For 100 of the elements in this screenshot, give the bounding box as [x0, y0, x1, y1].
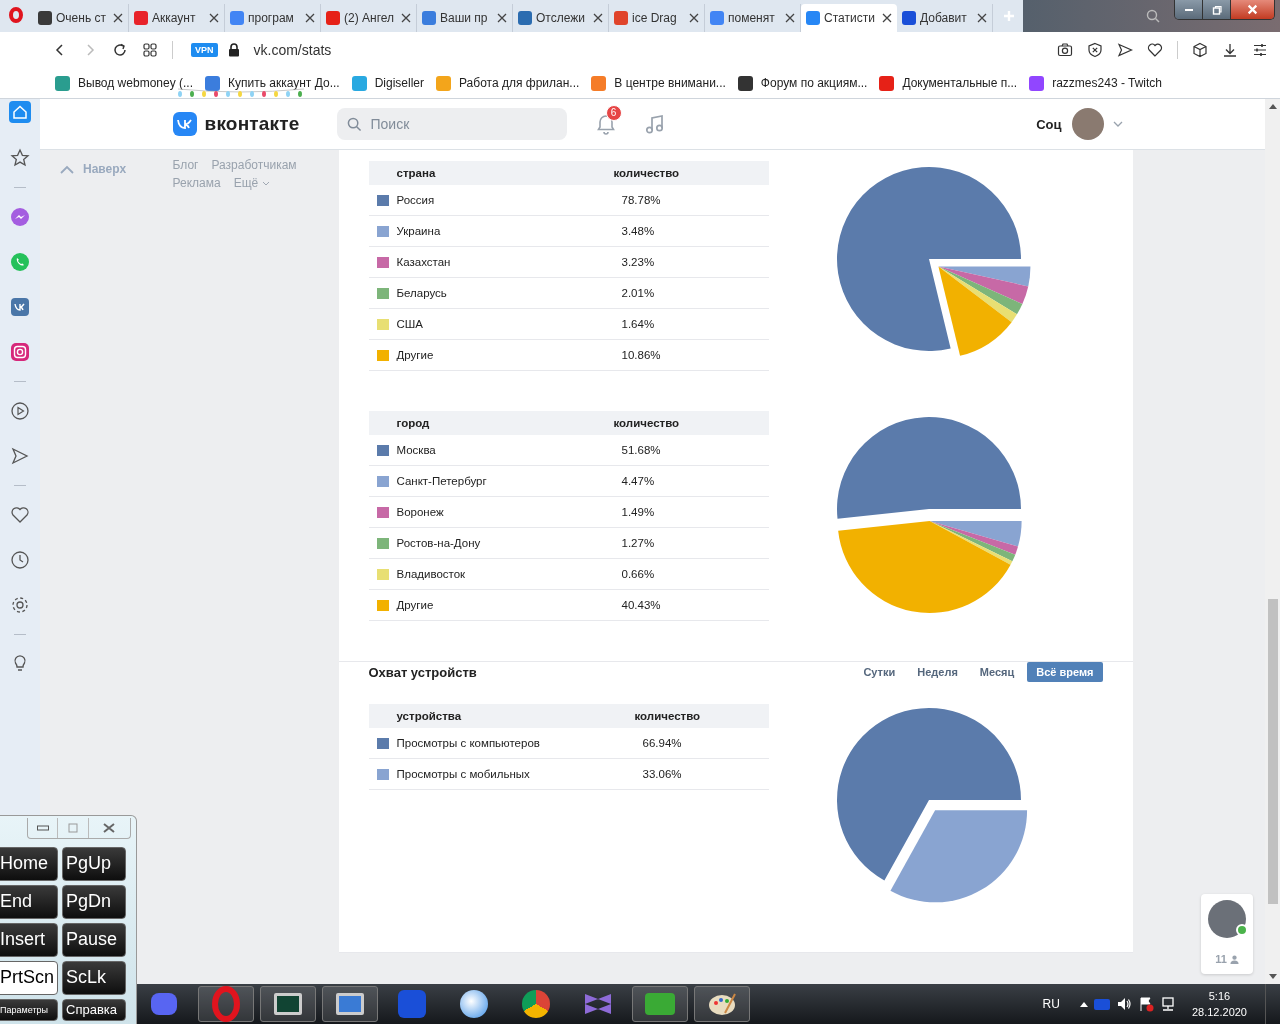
heart-icon[interactable]: [10, 505, 30, 525]
bookmark[interactable]: Работа для фрилан...: [436, 75, 580, 91]
bookmark-label: Digiseller: [374, 76, 424, 90]
close-icon[interactable]: [785, 13, 795, 23]
scroll-up-icon[interactable]: [1268, 104, 1277, 109]
minimize-icon: [36, 825, 49, 831]
pie-slice[interactable]: [836, 167, 1021, 351]
close-icon[interactable]: [401, 13, 411, 23]
close-icon[interactable]: [305, 13, 315, 23]
pie-slice[interactable]: [937, 266, 1012, 356]
period-tab[interactable]: Всё время: [1027, 662, 1103, 682]
tabs-grid-icon[interactable]: [142, 42, 158, 58]
tab-title: Ваши пр: [440, 11, 489, 25]
logo-text[interactable]: вконтакте: [204, 113, 300, 135]
opera-icon[interactable]: [198, 986, 254, 1022]
home-icon[interactable]: [9, 101, 31, 123]
keyboard-key[interactable]: Справка: [62, 999, 126, 1021]
language-indicator[interactable]: RU: [1042, 997, 1060, 1011]
user-name[interactable]: Соц: [1036, 116, 1062, 132]
scrollbar-thumb[interactable]: [1267, 599, 1278, 904]
avatar[interactable]: [1071, 108, 1104, 140]
minimize-button[interactable]: [1175, 0, 1203, 19]
bookmark[interactable]: Вывод webmoney (...: [55, 75, 193, 91]
pie-slice[interactable]: [889, 810, 1027, 903]
pie-slice[interactable]: [836, 417, 1021, 519]
search-field[interactable]: Поиск: [336, 108, 567, 140]
close-icon[interactable]: [209, 13, 219, 23]
keyboard-icon[interactable]: [322, 986, 378, 1022]
settings-sliders-icon[interactable]: [1252, 42, 1268, 58]
keyboard-key[interactable]: PgDn: [62, 885, 126, 919]
lock-icon[interactable]: [227, 43, 240, 57]
keyboard-key[interactable]: PrtScn: [0, 961, 58, 995]
keyboard-key[interactable]: End: [0, 885, 58, 919]
bookmark[interactable]: Форум по акциям...: [737, 75, 868, 91]
send-icon[interactable]: [10, 446, 30, 466]
monitor-icon[interactable]: [260, 986, 316, 1022]
restore-button[interactable]: [1203, 0, 1231, 19]
music-icon[interactable]: [643, 113, 666, 135]
opera-logo-icon[interactable]: [9, 7, 23, 23]
play-shield-icon[interactable]: [632, 986, 688, 1022]
cube-icon[interactable]: [1192, 42, 1208, 58]
bookmark[interactable]: Купить аккаунт До...: [205, 75, 340, 91]
close-icon[interactable]: [497, 13, 507, 23]
online-indicator: [1236, 924, 1248, 936]
keyboard-key[interactable]: Pause: [62, 923, 126, 957]
heart-icon[interactable]: [1147, 42, 1163, 58]
avatar[interactable]: [1208, 900, 1246, 938]
keyboard-key[interactable]: PgUp: [62, 847, 126, 881]
logo-icon[interactable]: [172, 112, 197, 136]
address-field[interactable]: vk.com/stats: [253, 42, 332, 58]
browser-tab[interactable]: Статисти: [801, 4, 897, 32]
vk-icon[interactable]: [10, 297, 30, 317]
table-cell: Казахстан: [396, 256, 451, 268]
close-icon[interactable]: [113, 13, 123, 23]
period-tab[interactable]: Неделя: [908, 662, 967, 682]
download-icon[interactable]: [1222, 42, 1238, 58]
table-cell: США: [396, 318, 423, 330]
camera-icon[interactable]: [1057, 42, 1073, 58]
caret-icon[interactable]: [1112, 121, 1123, 127]
close-button[interactable]: [1231, 0, 1274, 19]
column-header: количество: [634, 710, 702, 722]
shield-icon[interactable]: [1087, 42, 1103, 58]
send-icon[interactable]: [1117, 42, 1133, 58]
pie-slice[interactable]: [836, 708, 1021, 881]
keyboard-key[interactable]: Параметры: [0, 999, 58, 1021]
palette-icon[interactable]: [694, 986, 750, 1022]
bookmark-label: Документальные п...: [902, 76, 1018, 90]
tab-title: поменят: [728, 11, 776, 25]
tray-expand-icon[interactable]: [1079, 1001, 1088, 1007]
settings-icon[interactable]: [10, 595, 30, 615]
messenger-icon[interactable]: [10, 207, 30, 227]
scroll-down-icon[interactable]: [1268, 974, 1277, 979]
search-icon[interactable]: [1146, 9, 1160, 23]
speaker-icon[interactable]: [1115, 996, 1132, 1012]
close-icon[interactable]: [689, 13, 699, 23]
reload-icon[interactable]: [112, 42, 128, 58]
bookmark[interactable]: В центре внимани...: [591, 75, 726, 91]
keyboard-key[interactable]: Home: [0, 847, 58, 881]
close-icon[interactable]: [977, 13, 987, 23]
pie-slice[interactable]: [929, 521, 1022, 547]
close-icon[interactable]: [593, 13, 603, 23]
period-tab[interactable]: Месяц: [970, 662, 1024, 682]
close-icon[interactable]: [882, 13, 892, 23]
period-tab[interactable]: Сутки: [854, 662, 905, 682]
flag-icon[interactable]: [1137, 996, 1154, 1012]
clock[interactable]: 5:16 28.12.2020: [1191, 988, 1247, 1020]
camera-app-icon[interactable]: [10, 342, 30, 362]
keyboard-key[interactable]: ScLk: [62, 961, 126, 995]
play-icon[interactable]: [10, 401, 30, 421]
star-icon[interactable]: [10, 148, 30, 168]
clock-icon[interactable]: [10, 550, 30, 570]
network-icon[interactable]: [1159, 996, 1176, 1012]
bookmark[interactable]: Документальные п...: [879, 75, 1018, 91]
bookmark[interactable]: Digiseller: [351, 75, 424, 91]
pie-slice[interactable]: [937, 266, 1022, 315]
participants-count: 11: [1215, 953, 1227, 965]
keyboard-key[interactable]: Insert: [0, 923, 58, 957]
pie-slice[interactable]: [937, 266, 1030, 287]
bookmark[interactable]: razzmes243 - Twitch: [1029, 75, 1162, 91]
table-cell-text: 3.23%: [621, 256, 656, 268]
